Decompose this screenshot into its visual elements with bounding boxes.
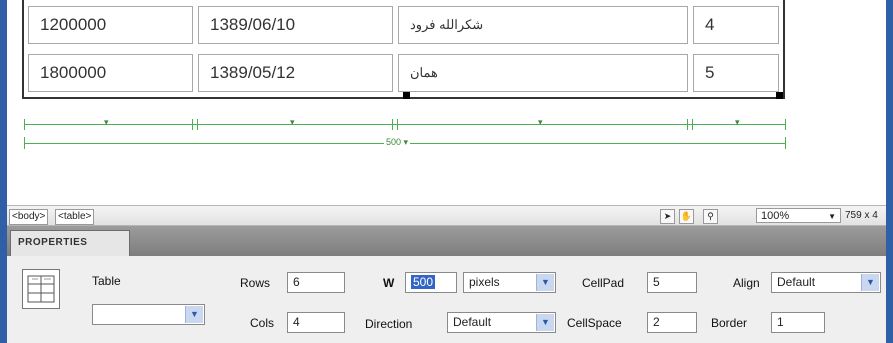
- units-select[interactable]: pixels ▼: [463, 272, 556, 293]
- table-icon: [22, 269, 60, 309]
- tag-selector-body[interactable]: <body>: [9, 209, 49, 225]
- zoom-tool-icon[interactable]: ⚲: [703, 209, 718, 224]
- hand-tool-icon[interactable]: ✋: [679, 209, 694, 224]
- cellspace-field[interactable]: 2: [647, 312, 697, 333]
- cell-date[interactable]: 1389/05/12: [198, 54, 393, 92]
- cellpad-label: CellPad: [582, 276, 625, 290]
- resize-handle[interactable]: [776, 92, 783, 99]
- cell-name[interactable]: شکرالله فرود: [398, 6, 688, 44]
- chevron-down-icon: ▼: [536, 314, 554, 331]
- data-table[interactable]: 1200000 1389/06/10 شکرالله فرود 4 180000…: [22, 0, 785, 99]
- window-size[interactable]: 759 x 4: [845, 210, 878, 221]
- chevron-down-icon: ▼: [536, 274, 554, 291]
- table-id-select[interactable]: ▼: [92, 304, 205, 325]
- pointer-tool-icon[interactable]: ➤: [660, 209, 675, 224]
- align-select[interactable]: Default ▼: [771, 272, 881, 293]
- cell-index[interactable]: 5: [693, 54, 779, 92]
- zoom-select[interactable]: 100% ▼: [756, 208, 841, 223]
- rows-label: Rows: [240, 276, 271, 290]
- cols-field[interactable]: 4: [287, 312, 345, 333]
- cell-name[interactable]: همان: [398, 54, 688, 92]
- width-field[interactable]: 500: [405, 272, 457, 293]
- window-edge-right: [886, 0, 893, 343]
- cellspace-label: CellSpace: [567, 316, 622, 330]
- cell-amount[interactable]: 1800000: [28, 54, 193, 92]
- chevron-down-icon: ▼: [185, 306, 203, 323]
- rows-field[interactable]: 6: [287, 272, 345, 293]
- border-field[interactable]: 1: [771, 312, 825, 333]
- table-row[interactable]: 1800000 1389/05/12 همان 5: [24, 48, 783, 96]
- align-label: Align: [733, 276, 760, 290]
- element-type-label: Table: [92, 274, 121, 288]
- status-bar: <body> <table> ➤ ✋ ⚲ 100% ▼ 759 x 4: [7, 205, 886, 226]
- chevron-down-icon: ▼: [861, 274, 879, 291]
- direction-label: Direction: [365, 317, 413, 331]
- cellpad-field[interactable]: 5: [647, 272, 697, 293]
- cell-index[interactable]: 4: [693, 6, 779, 44]
- properties-tab[interactable]: PROPERTIES: [10, 230, 130, 256]
- design-canvas[interactable]: 1200000 1389/06/10 شکرالله فرود 4 180000…: [7, 0, 886, 205]
- column-width-guides: ▾ ▾ ▾ ▾ 500 ▾: [24, 110, 787, 155]
- properties-panel: PROPERTIES Table ▼ Rows 6 Cols 4 W 500 p…: [7, 226, 886, 343]
- border-label: Border: [711, 316, 748, 330]
- cell-amount[interactable]: 1200000: [28, 6, 193, 44]
- properties-header: PROPERTIES: [7, 226, 886, 256]
- table-width-label[interactable]: 500 ▾: [384, 137, 411, 148]
- w-label: W: [383, 276, 395, 290]
- cell-date[interactable]: 1389/06/10: [198, 6, 393, 44]
- direction-select[interactable]: Default ▼: [447, 312, 556, 333]
- tag-selector-table[interactable]: <table>: [55, 209, 95, 225]
- chevron-down-icon: ▼: [828, 212, 836, 221]
- table-row[interactable]: 1200000 1389/06/10 شکرالله فرود 4: [24, 0, 783, 48]
- window-edge-left: [0, 0, 7, 343]
- resize-handle[interactable]: [403, 92, 410, 99]
- cols-label: Cols: [250, 316, 275, 330]
